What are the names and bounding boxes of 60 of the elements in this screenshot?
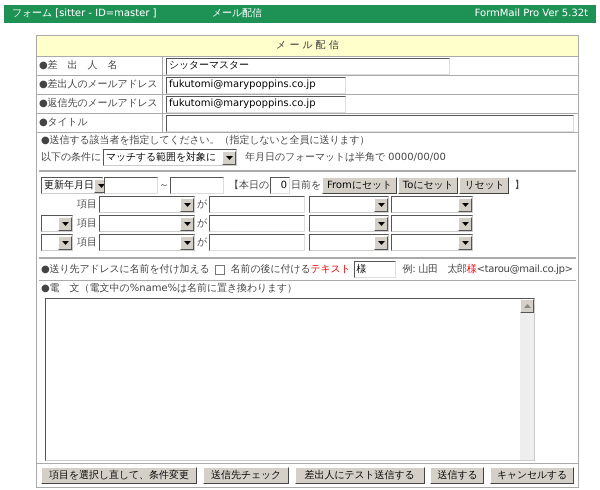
field-label: ●差出人のメールアドレス [39,80,158,90]
label: 項目 [77,218,97,228]
select-field[interactable]: 更新年月日 [41,177,103,194]
select-field[interactable] [99,196,195,213]
label: 日前を [291,180,321,190]
select-field[interactable] [391,196,473,213]
input-field[interactable] [166,114,574,132]
input-field[interactable]: シッターマスター [166,58,450,74]
body-label: ●電 文（電文中の%name%は名前に置き換わります） [41,284,298,294]
form-title: メ ー ル 配 信 [276,41,339,51]
select-field[interactable] [99,215,195,232]
action-button[interactable]: 差出人にテスト送信する [294,467,424,484]
version-label: FormMail Pro Ver 5.32t [474,9,588,19]
page-title: メール配信 [212,9,262,19]
input-field[interactable] [209,234,305,251]
select-field[interactable] [309,196,389,213]
field-label: ●差 出 人 名 [39,61,118,71]
select-field[interactable]: マッチする範囲を対象に [103,149,237,166]
checkbox[interactable] [214,264,225,274]
select-field[interactable] [41,234,73,251]
scrollbar[interactable] [520,299,534,460]
action-button[interactable]: 送信する [430,467,484,484]
action-button[interactable]: 送信先チェック [202,467,289,484]
input-field[interactable]: 0 [270,177,290,194]
set-button[interactable]: リセット [459,177,510,194]
select-field[interactable] [99,234,195,251]
set-button[interactable]: Fromにセット [322,177,397,194]
input-field[interactable]: 様 [354,261,396,278]
input-field[interactable] [209,196,305,213]
label: ～ [159,180,169,190]
input-field[interactable] [104,177,158,194]
label: 項目 [77,200,97,210]
example-text: 例: 山田 太郎様<tarou@mail.co.jp> [402,264,573,274]
label: 以下の条件に [41,152,101,162]
action-button[interactable]: キャンセルする [490,467,574,484]
label: が [197,238,207,248]
form-label: フォーム [sitter - ID=master ] [12,9,158,19]
label: 年月日のフォーマットは半角で 0000/00/00 [245,152,446,162]
label: 【本日の [229,180,269,190]
input-field[interactable]: fukutomi@marypoppins.co.jp [166,96,346,112]
field-label: ●返信先のメールアドレス [39,99,158,109]
label: が [197,200,207,210]
action-button[interactable]: 項目を選択し直して、条件変更 [41,467,197,484]
select-field[interactable] [391,215,473,232]
set-button[interactable]: Toにセット [398,177,458,194]
input-field[interactable] [170,177,224,194]
input-field[interactable] [209,215,305,232]
label: 項目 [77,238,97,248]
select-field[interactable] [309,215,389,232]
input-field[interactable]: fukutomi@marypoppins.co.jp [166,76,346,94]
label: ●送り先アドレスに名前を付け加える [41,264,210,274]
select-field[interactable] [41,215,73,232]
label: 】 [514,180,524,190]
label: が [197,218,207,228]
select-field[interactable] [391,234,473,251]
scroll-up-icon[interactable] [520,299,534,313]
instruction-text: ●送信する該当者を指定してください。（指定しないと全員に送ります） [41,136,371,146]
field-label: ●タイトル [39,118,88,128]
select-field[interactable] [309,234,389,251]
suffix-label: 名前の後に付けるテキスト [230,264,351,274]
